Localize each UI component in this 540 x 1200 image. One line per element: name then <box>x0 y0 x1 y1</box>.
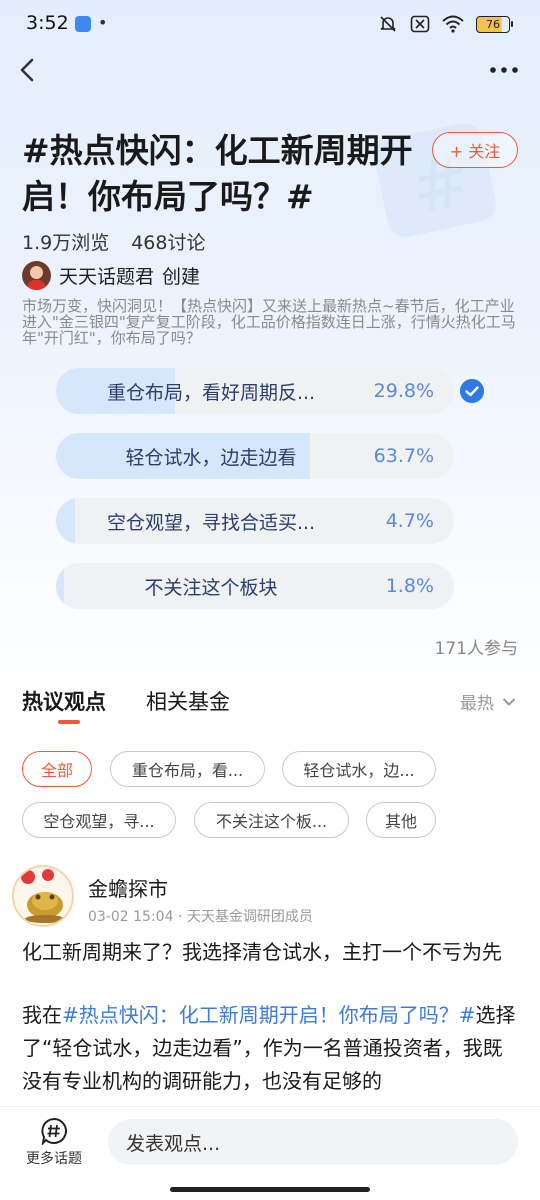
chevron-down-icon <box>502 697 516 706</box>
filter-chip-all[interactable]: 全部 <box>22 751 92 787</box>
filter-chip-heavy[interactable]: 重仓布局，看... <box>110 751 265 787</box>
creator-avatar <box>22 261 51 290</box>
status-icons: 76 <box>378 14 513 34</box>
topic-title: #热点快闪：化工新周期开启！你布局了吗？# <box>22 131 413 216</box>
topic-stats: 1.9万浏览 468讨论 <box>22 228 205 255</box>
poll-option-label: 不关注这个板块 <box>144 576 278 599</box>
battery-icon: 76 <box>476 15 513 33</box>
discussions-count: 468讨论 <box>131 232 206 254</box>
tab-underline <box>58 720 80 724</box>
filter-chip-light[interactable]: 轻仓试水，边... <box>282 751 436 787</box>
post-time: 03-02 15:04 <box>88 909 174 925</box>
check-circle-icon <box>460 379 484 403</box>
post-body-prefix: 我在 <box>22 1003 62 1027</box>
more-options-icon[interactable] <box>488 60 520 80</box>
sim-off-icon <box>410 15 430 33</box>
post-headline[interactable]: 化工新周期来了？我选择清仓试水，主打一个不亏为先 <box>22 937 522 968</box>
sort-label: 最热 <box>460 694 494 714</box>
app-notification-icon <box>75 16 91 32</box>
status-bar: 3:52 • 76 <box>0 0 540 52</box>
wifi-icon <box>442 15 464 33</box>
hashtag-bubble-icon <box>41 1117 67 1145</box>
tab-hot-opinions[interactable]: 热议观点 <box>22 686 106 716</box>
comment-input[interactable]: 发表观点... <box>108 1119 518 1165</box>
more-topics-label: 更多话题 <box>26 1151 82 1167</box>
poll-option-percent: 4.7% <box>385 510 434 532</box>
follow-button[interactable]: + 关注 <box>432 132 518 168</box>
mute-bell-icon <box>380 16 396 32</box>
back-arrow-icon[interactable] <box>14 54 42 86</box>
poll-option-percent: 1.8% <box>385 575 434 597</box>
poll-option-label: 空仓观望，寻找合适买... <box>106 511 316 534</box>
poll-option-3[interactable]: 空仓观望，寻找合适买... 4.7% <box>56 498 454 544</box>
creator-row[interactable]: 天天话题君 创建 <box>22 261 200 290</box>
poll-option-4[interactable]: 不关注这个板块 1.8% <box>56 563 454 609</box>
filter-chip-other[interactable]: 其他 <box>366 802 436 838</box>
post-author-name[interactable]: 金蟾探市 <box>88 873 168 902</box>
views-count: 1.9万浏览 <box>22 232 110 254</box>
more-topics-button[interactable]: 更多话题 <box>18 1117 90 1168</box>
filter-chip-watch[interactable]: 空仓观望，寻... <box>22 802 176 838</box>
poll-option-2[interactable]: 轻仓试水，边走边看 63.7% <box>56 433 454 479</box>
battery-level: 76 <box>486 17 500 31</box>
post-author-badge: 天天基金调研团成员 <box>186 909 313 925</box>
participants-count: 171人参与 <box>434 639 518 659</box>
filter-chip-ignore[interactable]: 不关注这个板... <box>194 802 349 838</box>
sort-dropdown[interactable]: 最热 <box>460 689 516 714</box>
creator-role: 创建 <box>162 266 201 288</box>
post-hashtag-link[interactable]: #热点快闪：化工新周期开启！你布局了吗？# <box>62 1003 476 1027</box>
post-author-avatar[interactable] <box>12 865 74 927</box>
topic-description: 市场万变，快闪洞见！【热点快闪】又来送上最新热点~春节后，化工产业进入"金三银四… <box>22 297 516 347</box>
poll-option-1[interactable]: 重仓布局，看好周期反... 29.8% <box>56 368 454 414</box>
post-meta: 03-02 15:04 · 天天基金调研团成员 <box>88 909 313 925</box>
tab-related-funds[interactable]: 相关基金 <box>146 686 230 716</box>
status-dot: • <box>98 13 108 32</box>
home-indicator <box>170 1187 370 1192</box>
post-body[interactable]: 我在#热点快闪：化工新周期开启！你布局了吗？#选择了“轻仓试水，边走边看”，作为… <box>22 999 522 1098</box>
bottom-bar: 更多话题 发表观点... <box>0 1106 540 1200</box>
creator-name: 天天话题君 <box>59 266 155 288</box>
poll-option-percent: 63.7% <box>373 445 434 467</box>
status-time: 3:52 <box>26 12 69 34</box>
golden-toad-icon <box>21 869 65 923</box>
poll-option-label: 重仓布局，看好周期反... <box>106 381 316 404</box>
poll-option-label: 轻仓试水，边走边看 <box>125 446 297 469</box>
poll-option-percent: 29.8% <box>373 380 434 402</box>
